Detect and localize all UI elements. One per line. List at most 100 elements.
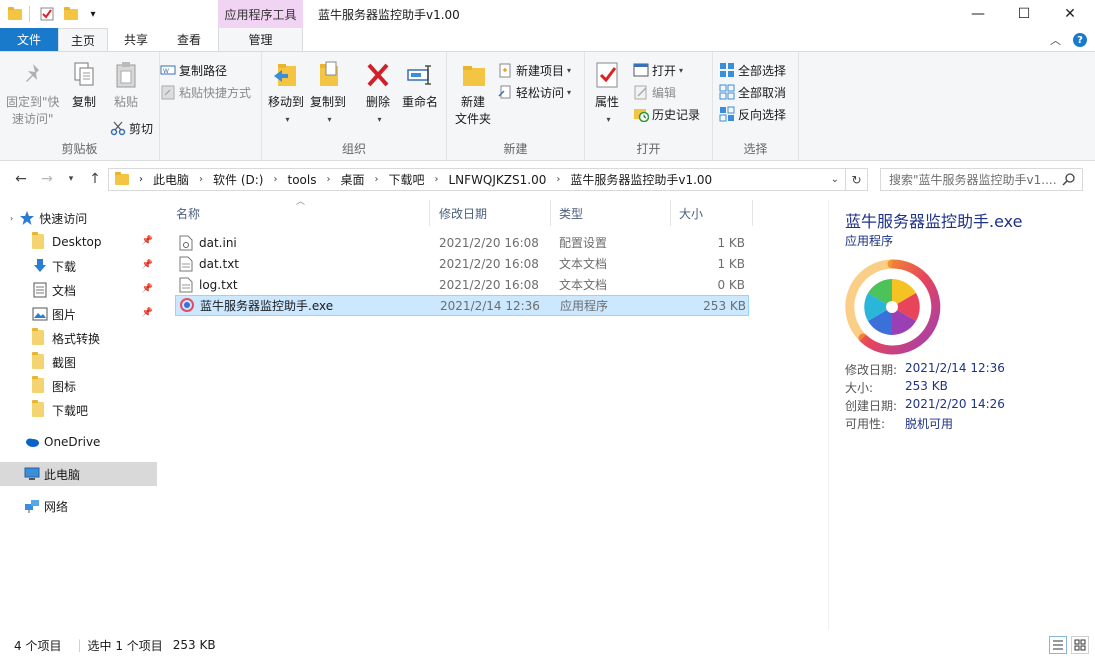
- breadcrumb-item[interactable]: 软件 (D:): [213, 171, 263, 188]
- pin-quick-access-button[interactable]: 固定到"快 速访问": [6, 60, 60, 128]
- forward-arrow-icon[interactable]: →: [38, 170, 56, 188]
- tab-manage[interactable]: 管理: [218, 28, 303, 51]
- copy-button[interactable]: 复制: [70, 60, 98, 111]
- file-row[interactable]: dat.ini 2021/2/20 16:08 配置设置 1 KB: [175, 232, 749, 253]
- new-folder-button[interactable]: 新建 文件夹: [455, 60, 491, 128]
- large-icons-view-icon[interactable]: [1071, 636, 1089, 654]
- select-all-button[interactable]: 全部选择: [719, 60, 786, 80]
- collapse-ribbon-icon[interactable]: ︿: [1050, 32, 1061, 48]
- file-row[interactable]: dat.txt 2021/2/20 16:08 文本文档 1 KB: [175, 253, 749, 274]
- pin-icon[interactable]: 📌: [142, 308, 153, 318]
- tab-file[interactable]: 文件: [0, 28, 58, 51]
- easy-access-icon: [497, 84, 513, 100]
- sidebar-item-downloads[interactable]: 下载 📌: [0, 254, 157, 278]
- close-button[interactable]: ✕: [1047, 0, 1093, 28]
- column-header-size[interactable]: 大小: [671, 200, 753, 226]
- field-key: 创建日期:: [845, 399, 898, 413]
- properties-button[interactable]: 属性 ▾: [593, 60, 621, 128]
- refresh-icon[interactable]: ↻: [845, 169, 867, 190]
- copy-to-button[interactable]: 复制到 ▾: [310, 60, 346, 128]
- help-icon[interactable]: ?: [1073, 33, 1087, 47]
- sidebar-item-xiazaiba[interactable]: 下载吧: [0, 398, 157, 422]
- chevron-right-icon[interactable]: ›: [273, 174, 277, 185]
- address-dropdown-icon[interactable]: ⌄: [831, 174, 839, 185]
- invert-selection-button[interactable]: 反向选择: [719, 104, 786, 124]
- tab-home[interactable]: 主页: [58, 28, 108, 51]
- navigation-pane: › 快速访问 Desktop 📌 下载 📌 文档 📌 图片 📌 格式转换 截图 …: [0, 200, 157, 630]
- minimize-button[interactable]: —: [955, 0, 1001, 28]
- rename-label: 重命名: [402, 95, 439, 109]
- divider: |: [77, 638, 82, 652]
- new-item-button[interactable]: 新建项目 ▾: [497, 60, 571, 80]
- chevron-right-icon[interactable]: ›: [199, 174, 203, 185]
- sidebar-item-documents[interactable]: 文档 📌: [0, 278, 157, 302]
- breadcrumb-item[interactable]: 桌面: [340, 171, 364, 188]
- rename-button[interactable]: 重命名: [402, 60, 438, 111]
- pin-label-1: 固定到"快: [6, 95, 60, 109]
- open-group: 属性 ▾ 打开 ▾ 编辑 历史记录 打开: [585, 52, 713, 160]
- details-view-icon[interactable]: [1049, 636, 1067, 654]
- context-tab-title: 应用程序工具: [218, 0, 303, 28]
- easy-access-button[interactable]: 轻松访问 ▾: [497, 82, 571, 102]
- file-row[interactable]: log.txt 2021/2/20 16:08 文本文档 0 KB: [175, 274, 749, 295]
- breadcrumb-item[interactable]: tools: [287, 173, 316, 187]
- customize-quick-access-icon[interactable]: ▾: [84, 5, 102, 23]
- select-none-button[interactable]: 全部取消: [719, 82, 786, 102]
- file-name: dat.txt: [199, 256, 240, 271]
- cut-button[interactable]: 剪切: [110, 118, 153, 138]
- column-header-type[interactable]: 类型: [551, 200, 671, 226]
- new-folder-quick-icon[interactable]: [62, 5, 80, 23]
- pin-icon[interactable]: 📌: [142, 260, 153, 270]
- sidebar-item-network[interactable]: 网络: [0, 494, 157, 518]
- tab-share[interactable]: 共享: [112, 28, 160, 51]
- recent-locations-icon[interactable]: ▾: [62, 170, 80, 188]
- folder-icon: [32, 400, 48, 418]
- breadcrumb-current[interactable]: 蓝牛服务器监控助手v1.00: [570, 171, 712, 188]
- field-value: 2021/2/20 14:26: [905, 397, 1005, 411]
- properties-quick-icon[interactable]: [38, 5, 56, 23]
- chevron-right-icon[interactable]: ›: [435, 174, 439, 185]
- paste-shortcut-button[interactable]: 粘贴快捷方式: [160, 82, 251, 102]
- edit-button[interactable]: 编辑: [633, 82, 676, 102]
- clipboard-group-label: 剪贴板: [61, 142, 98, 156]
- tab-view[interactable]: 查看: [164, 28, 214, 51]
- sidebar-item-pictures[interactable]: 图片 📌: [0, 302, 157, 326]
- chevron-right-icon[interactable]: ›: [556, 174, 560, 185]
- sidebar-item-icons[interactable]: 图标: [0, 374, 157, 398]
- sidebar-item-label: 截图: [52, 355, 77, 370]
- sidebar-item-onedrive[interactable]: OneDrive: [0, 430, 157, 454]
- sidebar-item-desktop[interactable]: Desktop 📌: [0, 230, 157, 254]
- chevron-right-icon[interactable]: ›: [374, 174, 378, 185]
- maximize-button[interactable]: ☐: [1001, 0, 1047, 28]
- search-input[interactable]: 搜索"蓝牛服务器监控助手v1....: [880, 168, 1083, 191]
- breadcrumb-item[interactable]: LNFWQJKZS1.00: [449, 173, 547, 187]
- sidebar-item-this-pc[interactable]: 此电脑: [0, 462, 157, 486]
- file-size: 1 KB: [717, 256, 745, 271]
- copy-path-label: 复制路径: [179, 63, 228, 78]
- breadcrumb-item[interactable]: 此电脑: [153, 171, 189, 188]
- file-date: 2021/2/20 16:08: [439, 256, 539, 271]
- file-row-selected[interactable]: 蓝牛服务器监控助手.exe 2021/2/14 12:36 应用程序 253 K…: [175, 295, 749, 316]
- address-bar[interactable]: › 此电脑 › 软件 (D:) › tools › 桌面 › 下载吧 › LNFWQJKZ…: [108, 168, 868, 191]
- folder-icon: [32, 232, 48, 250]
- chevron-down-icon[interactable]: ›: [10, 214, 13, 223]
- sidebar-item-quick-access[interactable]: › 快速访问: [0, 206, 157, 230]
- search-icon[interactable]: [1062, 172, 1076, 189]
- chevron-right-icon[interactable]: ›: [139, 174, 143, 185]
- column-header-name[interactable]: 名称: [168, 200, 430, 226]
- sidebar-item-format-convert[interactable]: 格式转换: [0, 326, 157, 350]
- move-to-button[interactable]: 移动到 ▾: [268, 60, 304, 128]
- history-button[interactable]: 历史记录: [633, 104, 700, 124]
- column-header-date[interactable]: 修改日期: [431, 200, 551, 226]
- open-button[interactable]: 打开 ▾: [633, 60, 683, 80]
- back-arrow-icon[interactable]: ←: [12, 170, 30, 188]
- copy-path-button[interactable]: W 复制路径: [160, 60, 227, 80]
- pin-icon[interactable]: 📌: [142, 284, 153, 294]
- chevron-right-icon[interactable]: ›: [326, 174, 330, 185]
- breadcrumb-item[interactable]: 下载吧: [388, 171, 424, 188]
- paste-button[interactable]: 粘贴: [112, 60, 140, 111]
- delete-button[interactable]: 删除 ▾: [364, 60, 392, 128]
- sidebar-item-screenshots[interactable]: 截图: [0, 350, 157, 374]
- up-arrow-icon[interactable]: ↑: [86, 170, 104, 188]
- pin-icon[interactable]: 📌: [142, 236, 153, 246]
